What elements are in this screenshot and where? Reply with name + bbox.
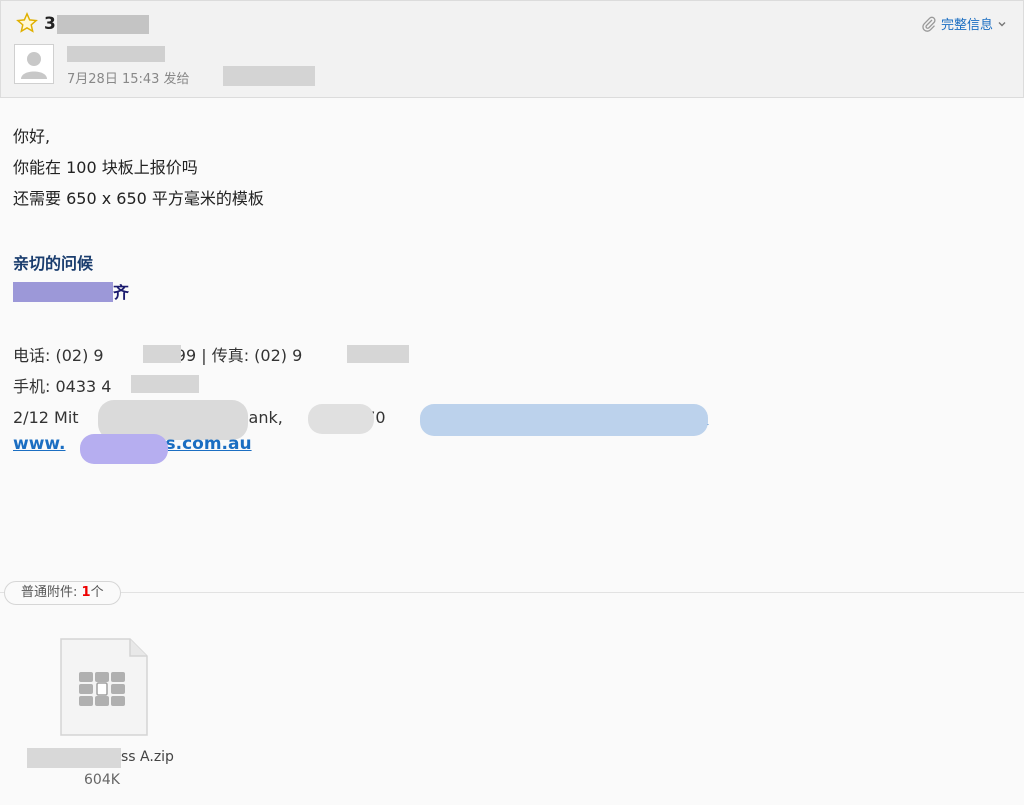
phone-mid: 199 | 传真: (02) 9 xyxy=(165,346,303,365)
attachments-label-text: 普通附件: xyxy=(21,585,78,600)
email-body: 你好, 你能在 100 块板上报价吗 还需要 650 x 650 平方毫米的模板 xyxy=(13,121,264,214)
attachment-file[interactable] xyxy=(60,638,148,736)
email-header: 3 7月28日 15:43 发给 完整信息 xyxy=(0,0,1024,98)
avatar[interactable] xyxy=(14,44,54,84)
attachment-size: 604K xyxy=(84,772,120,788)
redacted-website xyxy=(80,434,168,464)
redacted-email xyxy=(420,404,708,436)
redacted-subject xyxy=(57,15,149,34)
star-icon[interactable] xyxy=(16,12,38,34)
zip-file-icon xyxy=(60,638,148,736)
attachments-label: 普通附件: 1个 xyxy=(4,581,121,605)
redacted-suburb xyxy=(308,404,374,434)
redacted-filename xyxy=(27,748,121,768)
phone-prefix: 电话: (02) 9 xyxy=(13,346,104,365)
paperclip-icon xyxy=(922,16,936,32)
email-subject: 3 xyxy=(44,14,56,34)
redacted-phone xyxy=(143,345,181,363)
website-suffix: s.com.au xyxy=(165,434,252,454)
attachments-count: 1 xyxy=(81,585,91,600)
email-date: 7月28日 15:43 发给 xyxy=(67,72,190,87)
redacted-fax xyxy=(347,345,409,363)
redacted-signature-name xyxy=(13,282,113,302)
signature-name-fragment: 齐 xyxy=(113,283,130,302)
redacted-recipient xyxy=(223,66,315,86)
attachments-unit: 个 xyxy=(90,585,104,600)
mobile-line: 手机: 0433 4 xyxy=(13,371,708,402)
full-info-label: 完整信息 xyxy=(940,18,993,33)
body-line: 你能在 100 块板上报价吗 xyxy=(13,158,198,177)
chevron-down-icon xyxy=(998,21,1006,26)
body-line: 你好, xyxy=(13,127,51,146)
full-info-link[interactable]: 完整信息 xyxy=(921,14,1007,33)
attachment-filename-text: ss A.zip xyxy=(121,749,174,765)
website-prefix: www. xyxy=(13,434,66,454)
mobile-prefix: 手机: 0433 4 xyxy=(13,377,112,396)
attachments-divider xyxy=(0,592,1024,593)
signature-greeting: 亲切的问候 xyxy=(13,254,94,273)
address-prefix: 2/12 Mit xyxy=(13,408,79,427)
redacted-mobile xyxy=(131,375,199,393)
body-line: 还需要 650 x 650 平方毫米的模板 xyxy=(13,189,264,208)
user-avatar-icon xyxy=(21,52,47,79)
redacted-sender xyxy=(67,46,165,62)
